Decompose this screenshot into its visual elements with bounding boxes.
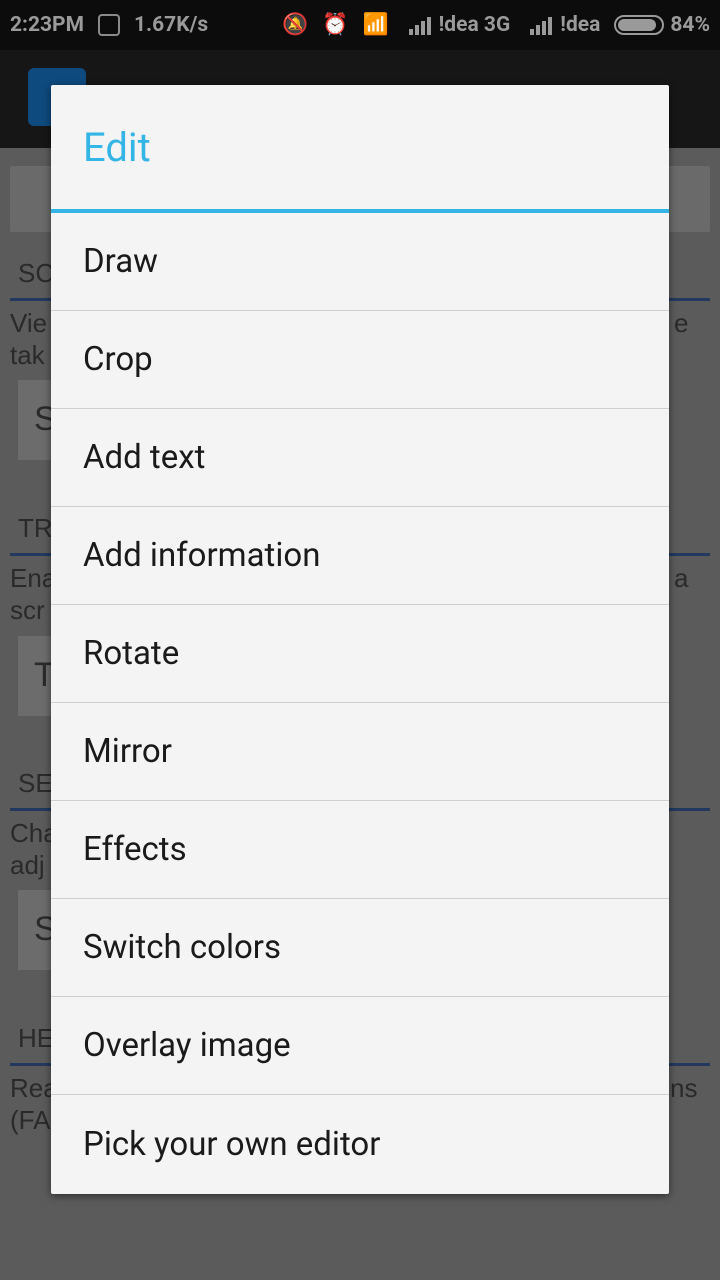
status-right-group: 🔕 ⏰ 📶 !dea 3G !dea 84%	[282, 13, 710, 37]
signal-icon-2	[530, 15, 554, 35]
dialog-title: Edit	[51, 85, 669, 213]
bg-fragment: SE	[18, 768, 53, 798]
bg-fragment: ns	[670, 1073, 698, 1103]
battery-percent: 84%	[670, 13, 710, 37]
menu-item-draw[interactable]: Draw	[51, 213, 669, 311]
bg-fragment: a	[674, 563, 689, 593]
bg-fragment: tak	[10, 340, 45, 370]
status-bar: 2:23PM 1.67K/s 🔕 ⏰ 📶 !dea 3G !dea 84%	[0, 0, 720, 50]
menu-item-add-text[interactable]: Add text	[51, 409, 669, 507]
battery-icon	[614, 15, 665, 35]
bg-fragment: e	[674, 308, 689, 338]
bg-fragment: (FA	[10, 1105, 51, 1135]
menu-item-mirror[interactable]: Mirror	[51, 703, 669, 801]
carrier-1: !dea 3G	[438, 13, 511, 37]
signal-icon	[408, 15, 433, 35]
bg-fragment: HE	[18, 1023, 55, 1053]
bg-fragment: scr	[10, 595, 45, 625]
status-time: 2:23PM	[10, 13, 84, 37]
wifi-icon: 📶	[362, 13, 389, 37]
alarm-icon: ⏰	[322, 13, 349, 37]
bg-fragment: TR	[18, 513, 53, 543]
menu-item-add-information[interactable]: Add information	[51, 507, 669, 605]
screenshot-notification-icon	[97, 14, 120, 36]
bg-fragment: SC	[18, 258, 55, 288]
network-speed: 1.67K/s	[133, 13, 209, 37]
carrier-2: !dea	[560, 13, 601, 37]
menu-item-effects[interactable]: Effects	[51, 801, 669, 899]
bg-fragment: adj	[10, 850, 45, 880]
bg-fragment: Ena	[10, 563, 57, 593]
menu-item-switch-colors[interactable]: Switch colors	[51, 899, 669, 997]
muted-bell-icon: 🔕	[282, 13, 309, 37]
edit-dialog: Edit Draw Crop Add text Add information …	[51, 85, 669, 1194]
menu-item-crop[interactable]: Crop	[51, 311, 669, 409]
menu-item-pick-editor[interactable]: Pick your own editor	[51, 1095, 669, 1193]
menu-item-overlay-image[interactable]: Overlay image	[51, 997, 669, 1095]
bg-fragment: Vie	[10, 308, 48, 338]
menu-item-rotate[interactable]: Rotate	[51, 605, 669, 703]
